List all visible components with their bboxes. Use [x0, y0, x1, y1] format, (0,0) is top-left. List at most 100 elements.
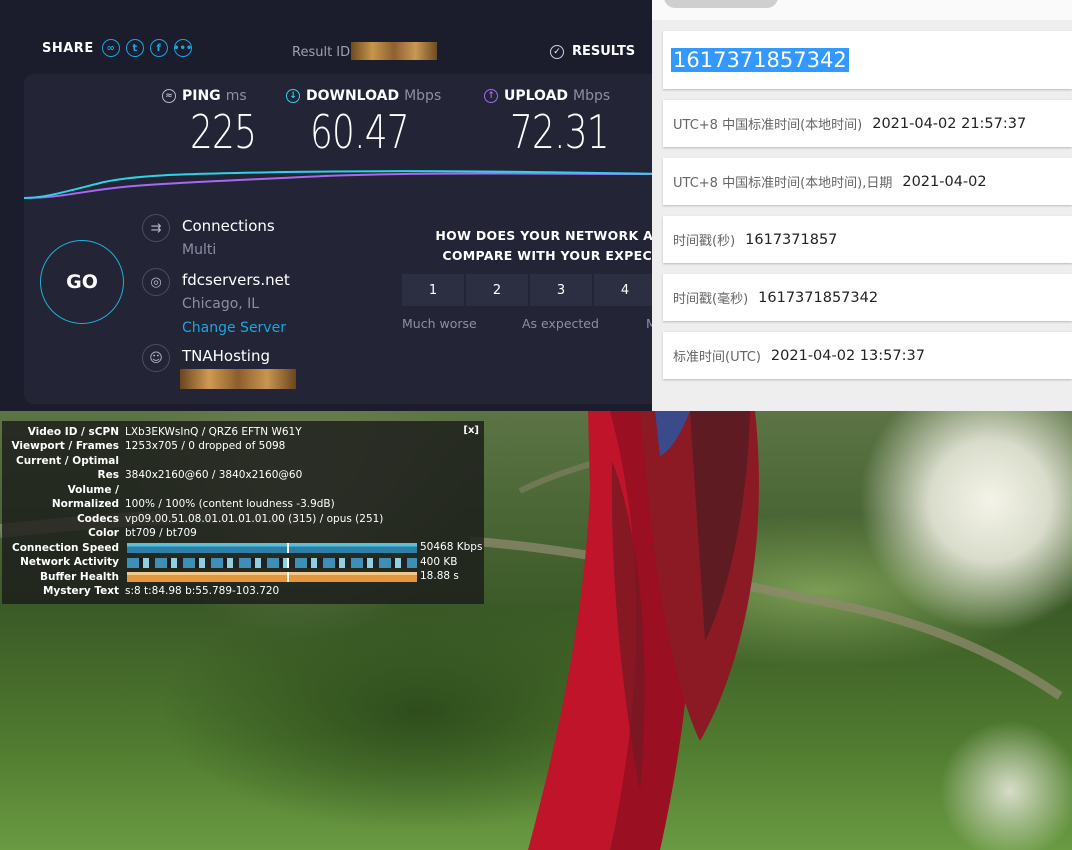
timestamp-input[interactable]: 1617371857342 [663, 31, 1072, 89]
stat-row: Connection Speed [2, 541, 125, 555]
ping-icon: ≈ [162, 89, 176, 103]
stat-row: Mystery Text s:8 t:84.98 b:55.789-103.72… [2, 584, 279, 598]
isp-name: TNAHosting [182, 347, 270, 365]
link-icon[interactable]: ∞ [101, 39, 120, 57]
close-stats-button[interactable]: [x] [463, 425, 479, 436]
ping-label: PING [182, 88, 221, 104]
download-label: DOWNLOAD [306, 88, 400, 104]
survey-question-line1: HOW DOES YOUR NETWORK AVAIL [435, 228, 652, 243]
row-value: 1617371857 [745, 231, 838, 248]
top-pill-button[interactable] [664, 0, 778, 8]
timestamp-row: 时间戳(毫秒) 1617371857342 [663, 274, 1072, 321]
ping-unit: ms [225, 88, 247, 104]
stat-key: Res [97, 469, 119, 481]
row-label: UTC+8 中国标准时间(本地时间) [673, 118, 863, 133]
twitter-icon[interactable]: t [125, 39, 144, 57]
server-name: fdcservers.net [182, 271, 290, 289]
stat-key: Buffer Health [39, 571, 119, 583]
upload-metric: ↑ UPLOAD Mbps 72.31 [484, 88, 637, 156]
connections-icon: ⇉ [142, 214, 170, 242]
stat-value: vp09.00.51.08.01.01.01.01.00 (315) / opu… [125, 513, 384, 525]
stat-value: bt709 / bt709 [125, 527, 197, 539]
connections-title: Connections [182, 217, 275, 235]
go-button[interactable]: GO [40, 240, 124, 324]
connection-speed-value: 50468 Kbps [420, 541, 483, 553]
stat-row: Current / Optimal [2, 454, 125, 468]
survey-question-line2: COMPARE WITH YOUR EXPECTAT [442, 248, 652, 263]
globe-icon: ◎ [142, 268, 170, 296]
connections-value: Multi [182, 242, 217, 258]
timestamp-row: 时间戳(秒) 1617371857 [663, 216, 1072, 263]
row-label: 标准时间(UTC) [673, 350, 761, 365]
upload-icon: ↑ [484, 89, 498, 103]
row-value: 2021-04-02 13:57:37 [770, 347, 925, 364]
speedtest-panel: SHARE ∞ t f ••• Result ID ✓ RESULTS ≈ PI… [0, 0, 652, 411]
stat-row: Network Activity [2, 555, 125, 569]
change-server-link[interactable]: Change Server [182, 316, 290, 340]
results-label: RESULTS [572, 44, 636, 59]
stat-key: Video ID / sCPN [27, 426, 119, 438]
stat-row: Res 3840x2160@60 / 3840x2160@60 [2, 468, 303, 482]
stat-key: Network Activity [20, 556, 119, 568]
download-icon: ↓ [286, 89, 300, 103]
timestamp-panel: 1617371857342 UTC+8 中国标准时间(本地时间) 2021-04… [652, 0, 1072, 411]
stat-key: Normalized [51, 498, 119, 510]
rating-3[interactable]: 3 [530, 274, 592, 306]
share-row: SHARE ∞ t f ••• [42, 39, 198, 57]
row-value: 1617371857342 [758, 289, 879, 306]
stat-key: Codecs [76, 513, 119, 525]
stat-row: Video ID / sCPN LXb3EKWsInQ / QRZ6 EFTN … [2, 425, 302, 439]
stat-row: Color bt709 / bt709 [2, 526, 197, 540]
download-unit: Mbps [404, 88, 442, 104]
stat-key: Current / Optimal [16, 455, 119, 467]
connections-item: ⇉ Connections Multi [142, 214, 275, 262]
rating-label-mid: As expected [522, 316, 599, 331]
rating-1[interactable]: 1 [402, 274, 464, 306]
stat-row: Normalized 100% / 100% (content loudness… [2, 497, 335, 511]
rating-scale: 1 2 3 4 [402, 274, 652, 306]
connection-speed-bar [127, 543, 417, 553]
stat-value: s:8 t:84.98 b:55.789-103.720 [125, 585, 280, 597]
video-player[interactable]: [x] Video ID / sCPN LXb3EKWsInQ / QRZ6 E… [0, 411, 1072, 850]
rating-label-left: Much worse [402, 316, 477, 331]
server-item: ◎ fdcservers.net Chicago, IL Change Serv… [142, 268, 290, 340]
result-id-label: Result ID [292, 45, 351, 60]
network-activity-bar [127, 558, 417, 568]
stat-value: 3840x2160@60 / 3840x2160@60 [125, 469, 303, 481]
results-button[interactable]: ✓ RESULTS [550, 44, 635, 59]
stat-row: Buffer Health [2, 570, 125, 584]
share-label: SHARE [42, 40, 94, 56]
timestamp-input-value[interactable]: 1617371857342 [671, 48, 849, 72]
row-value: 2021-04-02 [902, 173, 987, 190]
stat-row: Volume / [2, 483, 125, 497]
stat-value: 1253x705 / 0 dropped of 5098 [125, 440, 286, 452]
isp-ip-redacted [180, 369, 296, 389]
download-value: 60.47 [310, 105, 410, 159]
stat-key: Volume / [67, 484, 119, 496]
facebook-icon[interactable]: f [149, 39, 168, 57]
check-icon: ✓ [550, 44, 564, 59]
result-card: ≈ PING ms 225 ↓ DOWNLOAD Mbps 60.47 ↑ UP… [24, 74, 652, 404]
more-icon[interactable]: ••• [173, 39, 192, 57]
stat-key: Connection Speed [11, 542, 119, 554]
rating-4[interactable]: 4 [594, 274, 652, 306]
ping-metric: ≈ PING ms 225 [162, 88, 275, 156]
stat-row: Viewport / Frames 1253x705 / 0 dropped o… [2, 439, 285, 453]
stats-for-nerds: [x] Video ID / sCPN LXb3EKWsInQ / QRZ6 E… [2, 421, 484, 604]
rating-2[interactable]: 2 [466, 274, 528, 306]
row-label: 时间戳(毫秒) [673, 292, 749, 307]
speed-graph [24, 170, 652, 199]
server-location: Chicago, IL [182, 296, 260, 312]
upload-unit: Mbps [573, 88, 611, 104]
upload-graph-line [24, 172, 652, 199]
user-icon: ☺ [142, 344, 170, 372]
stat-row: Codecs vp09.00.51.08.01.01.01.01.00 (315… [2, 512, 383, 526]
download-metric: ↓ DOWNLOAD Mbps 60.47 [286, 88, 441, 156]
branch [469, 536, 1063, 700]
stat-value: LXb3EKWsInQ / QRZ6 EFTN W61Y [125, 426, 302, 438]
stat-value: 100% / 100% (content loudness -3.9dB) [125, 498, 335, 510]
buffer-health-bar [127, 572, 417, 582]
timestamp-row: UTC+8 中国标准时间(本地时间),日期 2021-04-02 [663, 158, 1072, 205]
buffer-health-value: 18.88 s [420, 570, 459, 582]
survey-question: HOW DOES YOUR NETWORK AVAIL COMPARE WITH… [410, 226, 652, 266]
